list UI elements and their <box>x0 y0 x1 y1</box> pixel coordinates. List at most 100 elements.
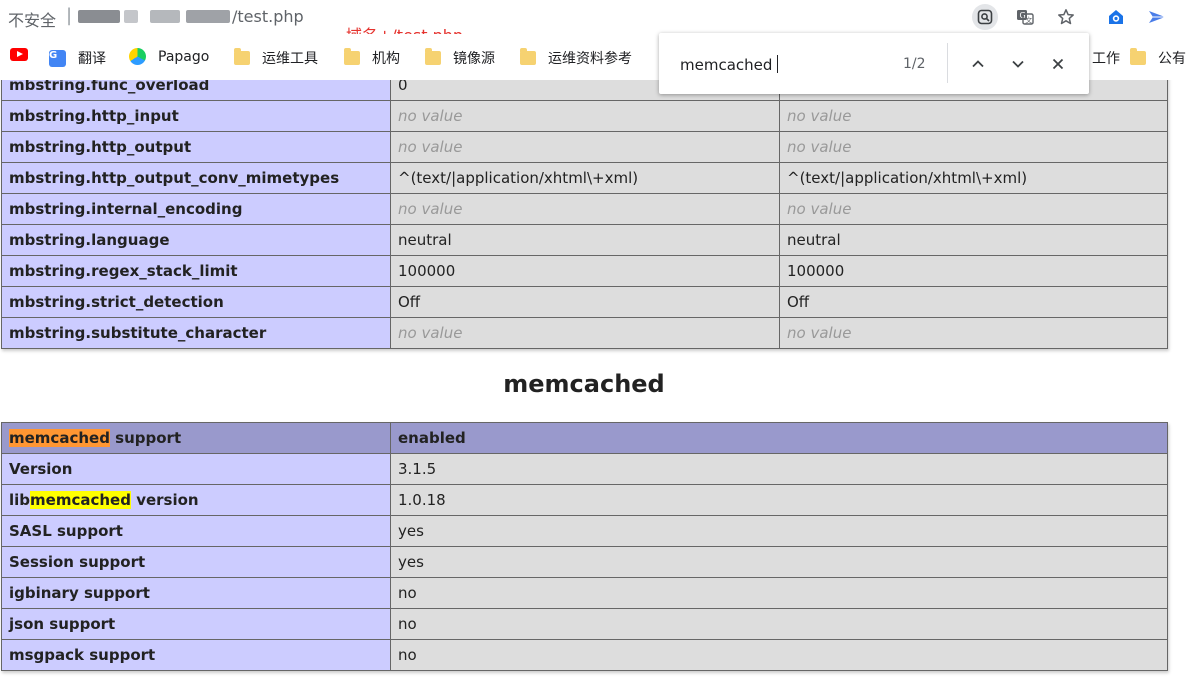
bookmark-translate[interactable]: G 翻译 <box>49 48 106 68</box>
find-bar: memcached 1/2 <box>659 33 1089 94</box>
folder-icon <box>520 48 536 65</box>
table-row: mbstring.http_output no value no value <box>1 131 1168 163</box>
bookmark-label: 公有 <box>1158 51 1186 67</box>
section-title: memcached <box>503 370 665 398</box>
find-match-count: 1/2 <box>903 56 926 72</box>
divider <box>947 43 948 83</box>
directive-value: no <box>390 608 1168 640</box>
bookmark-youtube[interactable] <box>10 48 36 61</box>
local-value: no value <box>390 100 780 132</box>
bookmark-folder[interactable]: 机构 <box>344 48 400 68</box>
bookmark-label: 翻译 <box>78 51 106 67</box>
table-row: mbstring.substitute_character no value no … <box>1 317 1168 349</box>
directive-value: no <box>390 639 1168 671</box>
bookmark-folder[interactable]: 公有 <box>1130 48 1186 68</box>
chevron-down-icon[interactable] <box>1005 51 1031 77</box>
redacted-host <box>124 10 138 23</box>
header-label-rest: support <box>109 429 182 447</box>
chevron-up-icon[interactable] <box>965 51 991 77</box>
directive-name: libmemcached version <box>1 484 391 516</box>
find-input[interactable]: memcached <box>680 55 779 74</box>
table-row: mbstring.internal_encoding no value no val… <box>1 193 1168 225</box>
folder-icon <box>234 48 250 65</box>
name-suffix: version <box>130 491 199 509</box>
svg-text:文: 文 <box>1025 16 1032 25</box>
bookmark-folder[interactable]: 镜像源 <box>425 48 495 68</box>
bookmark-folder[interactable]: 运维工具 <box>234 48 318 68</box>
master-value: Off <box>779 286 1168 318</box>
directive-name: mbstring.func_overload <box>1 80 391 101</box>
no-value-text: no value <box>398 138 463 156</box>
directive-name: igbinary support <box>1 577 391 609</box>
directive-name: json support <box>1 608 391 640</box>
bookmark-label: 机构 <box>372 51 400 67</box>
table-row: mbstring.language neutral neutral <box>1 224 1168 256</box>
directive-name: mbstring.substitute_character <box>1 317 391 349</box>
master-value: no value <box>779 193 1168 225</box>
directive-name: mbstring.language <box>1 224 391 256</box>
directive-name: mbstring.http_output <box>1 131 391 163</box>
star-icon[interactable] <box>1053 4 1079 30</box>
page-content: mbstring.func_overload00mbstring.http_in… <box>0 80 1186 690</box>
extension-icon[interactable] <box>1144 4 1170 30</box>
close-icon[interactable] <box>1045 51 1071 77</box>
table-row: mbstring.http_output_conv_mimetypes ^(tex… <box>1 162 1168 194</box>
local-value: no value <box>390 317 780 349</box>
bookmark-label: 运维工具 <box>262 51 318 67</box>
no-value-text: no value <box>787 324 852 342</box>
master-value: no value <box>779 100 1168 132</box>
no-value-text: no value <box>787 107 852 125</box>
bookmark-folder[interactable]: 运维资料参考 <box>520 48 632 68</box>
search-match: memcached <box>30 491 131 509</box>
youtube-icon <box>10 48 28 61</box>
lens-search-icon[interactable] <box>972 4 998 30</box>
address-bar[interactable]: 不安全 | /test.php 域名+/test.php G文 <box>0 0 1186 45</box>
find-query: memcached <box>680 56 773 74</box>
table-row: mbstring.strict_detection Off Off <box>1 286 1168 318</box>
no-value-text: no value <box>398 107 463 125</box>
mbstring-directives-table: mbstring.func_overload00mbstring.http_in… <box>1 80 1168 349</box>
text-caret <box>777 55 779 73</box>
table-row: msgpack support no <box>1 639 1168 671</box>
local-value: no value <box>390 131 780 163</box>
directive-name: mbstring.http_output_conv_mimetypes <box>1 162 391 194</box>
google-translate-icon: G <box>49 49 66 67</box>
master-value: 100000 <box>779 255 1168 287</box>
table-row: igbinary support no <box>1 577 1168 609</box>
bookmark-label: 运维资料参考 <box>548 51 632 67</box>
no-value-text: no value <box>398 200 463 218</box>
directive-value: yes <box>390 515 1168 547</box>
extension-icon[interactable] <box>1103 4 1129 30</box>
directive-value: yes <box>390 546 1168 578</box>
url-path[interactable]: /test.php <box>232 7 304 26</box>
master-value: no value <box>779 131 1168 163</box>
directive-name: Version <box>1 453 391 485</box>
redacted-host <box>150 10 180 23</box>
master-value: neutral <box>779 224 1168 256</box>
papago-icon <box>129 48 146 65</box>
redacted-host <box>78 10 120 23</box>
local-value: 100000 <box>390 255 780 287</box>
bookmark-papago[interactable]: Papago <box>129 48 209 65</box>
table-row: Session support yes <box>1 546 1168 578</box>
table-row: mbstring.http_input no value no value <box>1 100 1168 132</box>
directive-value: 1.0.18 <box>390 484 1168 516</box>
directive-value: no <box>390 577 1168 609</box>
directive-name: msgpack support <box>1 639 391 671</box>
directive-name: mbstring.internal_encoding <box>1 193 391 225</box>
directive-name: SASL support <box>1 515 391 547</box>
no-value-text: no value <box>787 138 852 156</box>
local-value: Off <box>390 286 780 318</box>
table-row: Version 3.1.5 <box>1 453 1168 485</box>
translate-icon[interactable]: G文 <box>1012 4 1038 30</box>
directive-name: mbstring.regex_stack_limit <box>1 255 391 287</box>
folder-icon <box>344 48 360 65</box>
table-header-row: memcached support enabled <box>1 422 1168 454</box>
local-value: no value <box>390 193 780 225</box>
search-match-current: memcached <box>9 429 110 447</box>
security-status-label[interactable]: 不安全 <box>8 7 56 31</box>
name-prefix: lib <box>9 491 31 509</box>
directive-name: mbstring.strict_detection <box>1 286 391 318</box>
directive-name: Session support <box>1 546 391 578</box>
directive-value: 3.1.5 <box>390 453 1168 485</box>
